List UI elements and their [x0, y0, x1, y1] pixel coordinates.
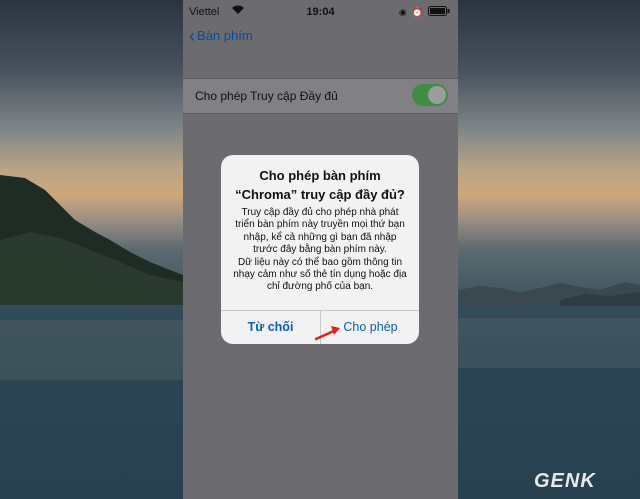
status-icons: ◉ ⏰: [399, 6, 450, 19]
alarm-icon: ⏰: [411, 7, 423, 17]
alert-title-line-1: Cho phép bàn phím: [259, 168, 381, 183]
full-access-label: Cho phép Truy cập Đầy đủ: [195, 89, 338, 103]
full-access-row: Cho phép Truy cập Đầy đủ: [183, 78, 458, 114]
alert-message-line: Dữ liệu này có thể bao gồm thông tin: [237, 256, 403, 268]
alert-message-line: triển bàn phím này truyền mọi thứ bạn: [235, 219, 405, 231]
alert-message-line: trước đây bằng bàn phím này.: [253, 244, 387, 256]
chevron-left-icon: ‹: [189, 25, 195, 46]
alert-title-line-2: “Chroma” truy cập đầy đủ?: [235, 187, 405, 202]
toggle-knob: [428, 86, 446, 104]
alert-message: Truy cập đầy đủ cho phép nhà phát triển …: [229, 207, 411, 294]
back-label: Bàn phím: [197, 28, 253, 43]
battery-icon: [428, 6, 450, 19]
full-access-alert: Cho phép bàn phím “Chroma” truy cập đầy …: [221, 155, 419, 344]
alert-message-line: chỉ đường phố của bạn.: [266, 281, 374, 293]
status-bar: Viettel 19:04 ◉ ⏰: [183, 0, 458, 24]
location-icon: ◉: [398, 7, 407, 17]
deny-button[interactable]: Từ chối: [221, 310, 320, 344]
watermark-logo: GENK: [534, 470, 596, 492]
navigation-bar: ‹ Bàn phím: [183, 24, 458, 54]
back-button[interactable]: ‹ Bàn phím: [189, 25, 253, 46]
alert-message-line: nhạy cảm như số thẻ tín dụng hoặc địa: [233, 269, 407, 281]
alert-message-line: Truy cập đầy đủ cho phép nhà phát: [241, 207, 399, 218]
alert-title: Cho phép bàn phím “Chroma” truy cập đầy …: [221, 166, 419, 204]
wifi-icon: [231, 4, 245, 18]
annotation-arrow-icon: [314, 326, 340, 341]
full-access-toggle[interactable]: [412, 84, 448, 106]
alert-message-line: nhập, kể cả những gì bạn đã nhập: [243, 231, 397, 243]
